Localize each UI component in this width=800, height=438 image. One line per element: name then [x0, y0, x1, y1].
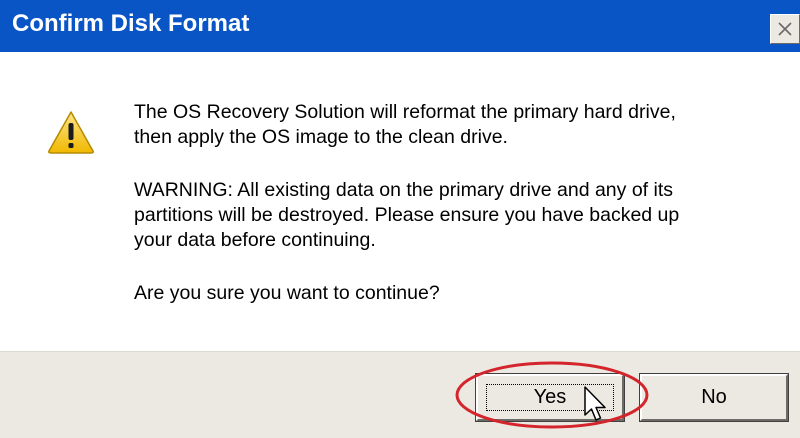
yes-button-label: Yes	[533, 386, 567, 408]
message-line-2: then apply the OS image to the clean dri…	[134, 126, 508, 148]
window-title: Confirm Disk Format	[12, 10, 250, 37]
warning-line-3: your data before continuing.	[134, 229, 376, 251]
title-bar[interactable]: Confirm Disk Format	[0, 0, 800, 52]
confirm-disk-format-dialog: Confirm Disk Format The OS Recovery Solu…	[0, 0, 800, 438]
warning-triangle-icon	[48, 111, 94, 154]
close-icon	[778, 22, 792, 36]
no-button[interactable]: No	[639, 373, 789, 422]
warning-line-1: WARNING: All existing data on the primar…	[134, 179, 674, 201]
confirmation-question: Are you sure you want to continue?	[134, 282, 440, 304]
no-button-label: No	[701, 386, 727, 408]
close-button[interactable]	[770, 14, 800, 44]
yes-button[interactable]: Yes	[475, 373, 625, 422]
message-paragraph-1: The OS Recovery Solution will reformat t…	[134, 100, 676, 150]
warning-line-2: partitions will be destroyed. Please ens…	[134, 204, 680, 226]
warning-paragraph: WARNING: All existing data on the primar…	[134, 178, 679, 253]
message-line-1: The OS Recovery Solution will reformat t…	[134, 101, 676, 123]
